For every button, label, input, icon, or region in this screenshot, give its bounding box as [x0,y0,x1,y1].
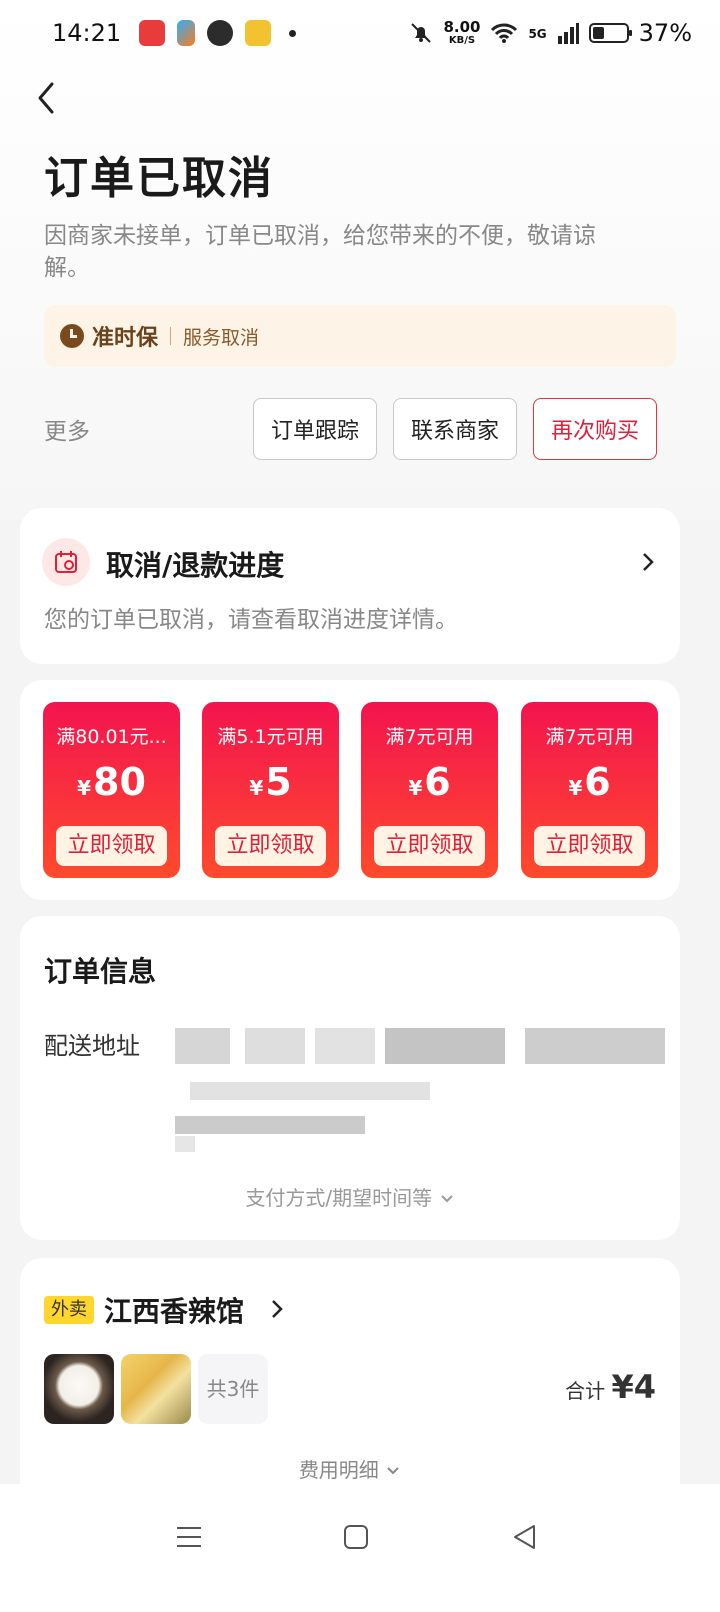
guarantee-status: 服务取消 [183,326,260,349]
calendar-cancel-icon [42,538,90,586]
wechat-icon [207,20,234,46]
coupon-item[interactable]: 满80.01元... ¥80 立即领取 [43,702,180,878]
order-info-title: 订单信息 [44,955,157,988]
battery-percent: 37% [638,19,692,47]
divider [170,327,172,345]
chevron-right-icon[interactable] [270,1298,284,1320]
food-thumbnail[interactable] [44,1354,114,1424]
cancel-reason: 因商家未接单，订单已取消，给您带来的不便，敬请谅解。 [44,223,596,281]
clock-icon [60,324,84,348]
refund-progress-card[interactable]: 取消/退款进度 您的订单已取消，请查看取消进度详情。 [20,508,680,664]
wifi-icon [491,23,518,43]
coupon-amount: ¥6 [568,760,611,804]
food-thumbnail[interactable] [121,1354,191,1424]
shop-card: 外卖 江西香辣馆 共3件 合计 ¥4 费用明细 [20,1258,680,1518]
chevron-right-icon [643,553,654,571]
claim-button[interactable]: 立即领取 [374,826,485,866]
track-order-button[interactable]: 订单跟踪 [253,398,377,460]
chevron-down-icon [387,1467,399,1475]
coupon-condition: 满5.1元可用 [217,726,324,748]
coupon-item[interactable]: 满5.1元可用 ¥5 立即领取 [202,702,339,878]
rebuy-button[interactable]: 再次购买 [533,398,657,460]
battery-icon [588,23,632,43]
coupon-item[interactable]: 满7元可用 ¥6 立即领取 [521,702,658,878]
mute-bell-icon [411,23,432,43]
coupon-item[interactable]: 满7元可用 ¥6 立即领取 [361,702,498,878]
order-actions: 更多 订单跟踪 联系商家 再次购买 [44,398,676,460]
system-nav-bar [0,1484,720,1612]
contact-merchant-button[interactable]: 联系商家 [393,398,517,460]
page-title: 订单已取消 [44,153,274,204]
app-notification-icon [139,20,166,46]
menu-icon[interactable] [176,1524,202,1550]
chevron-down-icon [440,1195,453,1203]
order-total: 合计 ¥4 [565,1368,656,1406]
signal-icon [557,23,579,44]
claim-button[interactable]: 立即领取 [215,826,326,866]
coupon-amount: ¥80 [77,760,146,804]
fee-detail-toggle[interactable]: 费用明细 [20,1454,680,1483]
delivery-tag: 外卖 [44,1296,94,1324]
coupon-condition: 满7元可用 [545,726,634,748]
network-speed: 8.00 KB/S [443,17,481,46]
status-bar: 14:21 8.00 KB/S 5G 37% [0,0,720,66]
total-amount: ¥4 [611,1368,656,1406]
back-arrow-icon[interactable] [30,78,66,118]
more-notifications-dot [289,29,297,37]
claim-button[interactable]: 立即领取 [534,826,645,866]
video-app-icon [177,20,196,46]
status-time: 14:21 [52,19,122,47]
on-time-guarantee-banner: 准时保 服务取消 [44,305,676,367]
more-info-toggle[interactable]: 支付方式/期望时间等 [20,1182,680,1211]
item-count[interactable]: 共3件 [198,1354,268,1424]
home-icon[interactable] [343,1524,369,1550]
more-link[interactable]: 更多 [44,412,90,446]
coupon-condition: 满80.01元... [56,726,167,748]
refund-desc: 您的订单已取消，请查看取消进度详情。 [44,607,458,633]
order-info-card: 订单信息 配送地址 支付方式/期望时间等 [20,916,680,1240]
back-triangle-icon[interactable] [512,1524,538,1550]
address-label: 配送地址 [44,1032,140,1060]
refund-title: 取消/退款进度 [106,549,285,582]
shop-name[interactable]: 江西香辣馆 [104,1290,244,1330]
coupon-card: 满80.01元... ¥80 立即领取 满5.1元可用 ¥5 立即领取 满7元可… [20,680,680,900]
coupon-amount: ¥5 [249,760,292,804]
coupon-amount: ¥6 [408,760,451,804]
network-type: 5G [528,27,547,41]
58-app-icon [245,20,272,46]
coupon-condition: 满7元可用 [385,726,474,748]
claim-button[interactable]: 立即领取 [56,826,167,866]
guarantee-name: 准时保 [92,326,159,351]
